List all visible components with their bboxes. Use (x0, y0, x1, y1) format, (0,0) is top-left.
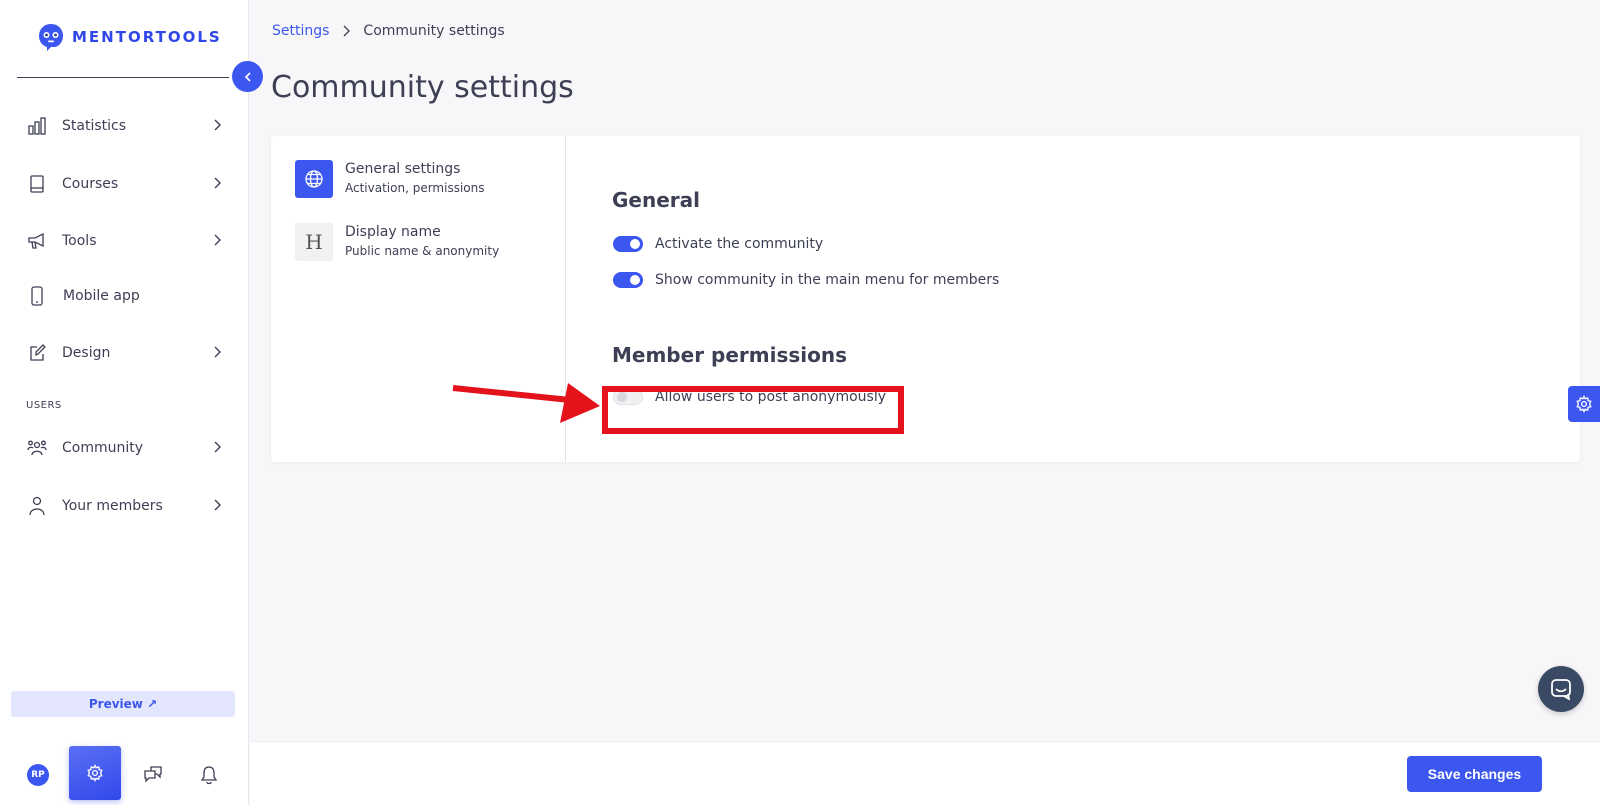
sidebar-item-tools[interactable]: Tools (26, 229, 222, 253)
chevron-right-icon (214, 119, 221, 131)
sidebar-item-label: Your members (62, 498, 163, 514)
general-section-title: General (612, 188, 700, 212)
collapse-sidebar-button[interactable] (232, 61, 263, 92)
member-permissions-title: Member permissions (612, 343, 847, 367)
chevron-right-icon (214, 234, 221, 246)
chat-icon (144, 766, 162, 783)
megaphone-icon (26, 230, 48, 252)
save-changes-button[interactable]: Save changes (1407, 756, 1542, 792)
messages-button[interactable] (141, 763, 165, 787)
chevron-left-icon (244, 71, 251, 82)
activate-community-toggle[interactable] (613, 236, 643, 252)
breadcrumb-settings-link[interactable]: Settings (272, 23, 329, 39)
preview-button[interactable]: Preview ↗ (11, 691, 235, 717)
sidebar-item-label: Tools (62, 233, 97, 249)
gear-icon (87, 764, 103, 782)
brand-name: MENTORTOOLS (72, 28, 222, 46)
chevron-right-icon (214, 177, 221, 189)
bar-chart-icon (26, 115, 48, 137)
toggle-row-activate-community: Activate the community (613, 236, 823, 252)
people-icon (26, 437, 48, 459)
sidebar-bottom-bar: RP (0, 745, 249, 803)
support-chat-button[interactable] (1538, 666, 1584, 712)
sidebar-item-design[interactable]: Design (26, 341, 222, 365)
show-in-main-menu-toggle[interactable] (613, 272, 643, 288)
phone-icon (26, 285, 48, 307)
toggle-label: Activate the community (655, 236, 824, 252)
heading-icon: H (295, 223, 333, 261)
sidebar-item-label: Statistics (62, 118, 126, 134)
toggle-row-show-in-menu: Show community in the main menu for memb… (613, 272, 999, 288)
breadcrumb: Settings Community settings (272, 23, 505, 39)
globe-icon (295, 160, 333, 198)
sidebar-item-your-members[interactable]: Your members (26, 494, 222, 518)
sidebar-item-label: Courses (62, 176, 119, 192)
sidebar-section-label: USERS (26, 400, 62, 411)
footer-bar (250, 741, 1600, 805)
pencil-icon (26, 342, 48, 364)
sidebar: MENTORTOOLS Statistics Courses Tools Mob… (0, 0, 249, 805)
tab-display-name[interactable]: H Display name Public name & anonymity (295, 223, 499, 261)
sidebar-item-mobile-app[interactable]: Mobile app (26, 284, 222, 308)
settings-button[interactable] (69, 746, 121, 800)
sidebar-item-label: Community (62, 440, 144, 456)
sidebar-item-label: Mobile app (63, 288, 140, 304)
annotation-arrow-icon (452, 383, 600, 423)
tab-subtitle: Public name & anonymity (345, 244, 500, 258)
toggle-label: Show community in the main menu for memb… (655, 272, 1000, 288)
page-title: Community settings (271, 70, 574, 105)
chevron-right-icon (343, 25, 351, 37)
user-icon (26, 495, 48, 517)
sidebar-item-courses[interactable]: Courses (26, 172, 222, 196)
tab-title: Display name (345, 224, 441, 240)
chat-bubble-icon (1551, 679, 1571, 700)
tab-title: General settings (345, 161, 461, 177)
gear-icon (1576, 395, 1592, 413)
sidebar-item-community[interactable]: Community (26, 436, 222, 460)
brand-logo[interactable]: MENTORTOOLS (36, 22, 222, 52)
sidebar-item-label: Design (62, 345, 111, 361)
breadcrumb-current: Community settings (363, 23, 505, 39)
tab-general-settings[interactable]: General settings Activation, permissions (295, 160, 485, 198)
bell-icon (200, 766, 218, 785)
tab-subtitle: Activation, permissions (345, 181, 485, 195)
chevron-right-icon (214, 346, 221, 358)
sidebar-item-statistics[interactable]: Statistics (26, 114, 222, 138)
divider (17, 77, 229, 78)
side-settings-button[interactable] (1568, 386, 1600, 422)
annotation-highlight-box (602, 386, 904, 434)
book-icon (26, 173, 48, 195)
notifications-button[interactable] (197, 763, 221, 787)
robot-logo-icon (39, 24, 63, 51)
avatar[interactable]: RP (27, 764, 49, 786)
chevron-right-icon (214, 441, 221, 453)
chevron-right-icon (214, 499, 221, 511)
